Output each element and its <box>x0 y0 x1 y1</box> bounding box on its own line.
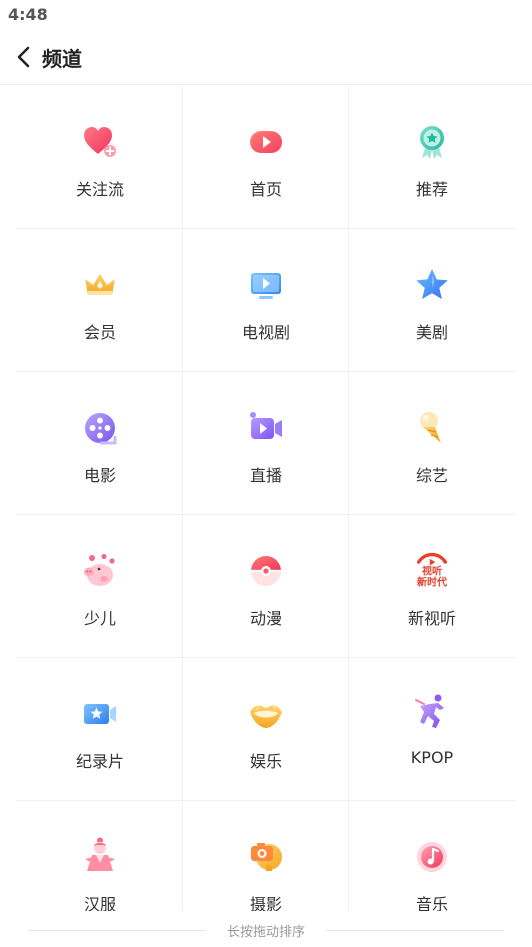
channel-grid: 关注流 首页 推荐 会员 电视剧 美剧 电影 直播 综艺 少儿 动漫 视听 新时… <box>0 86 532 911</box>
crown-icon <box>85 274 115 295</box>
drag-sort-hint: 长按拖动排序 <box>226 925 305 940</box>
channel-label: 动漫 <box>249 609 282 628</box>
status-bar: 4:48 <box>0 0 532 30</box>
channel-label: 电影 <box>83 466 116 485</box>
channel-label: 纪录片 <box>75 752 124 771</box>
channel-item-kids[interactable]: 少儿 <box>17 515 183 658</box>
channel-item-us-drama[interactable]: 美剧 <box>349 229 515 372</box>
status-time: 4:48 <box>8 5 48 24</box>
footer: 长按拖动排序 <box>0 912 532 947</box>
channel-item-entertainment[interactable]: 娱乐 <box>183 658 349 801</box>
channel-label: 新视听 <box>407 609 456 628</box>
channel-item-anime[interactable]: 动漫 <box>183 515 349 658</box>
channel-item-vip[interactable]: 会员 <box>17 229 183 372</box>
channel-label: 娱乐 <box>249 752 282 771</box>
pokeball-icon <box>251 556 281 586</box>
channel-label: 音乐 <box>415 895 448 911</box>
medal-star-icon <box>420 126 444 159</box>
hanfu-girl-icon <box>85 837 115 871</box>
channel-label: 直播 <box>249 466 282 485</box>
play-icon <box>250 131 282 153</box>
tv-icon <box>251 273 281 299</box>
channel-label: 首页 <box>249 180 282 199</box>
channel-item-home[interactable]: 首页 <box>183 86 349 229</box>
channel-item-kpop[interactable]: KPOP <box>349 658 515 801</box>
music-note-icon <box>417 842 447 872</box>
heart-plus-icon <box>84 127 116 157</box>
channel-label: 汉服 <box>83 895 116 911</box>
ice-cream-icon <box>420 412 441 443</box>
channel-label: 关注流 <box>75 180 124 199</box>
channel-item-variety[interactable]: 综艺 <box>349 372 515 515</box>
page-title: 频道 <box>42 47 82 71</box>
channel-item-tv-series[interactable]: 电视剧 <box>183 229 349 372</box>
lips-icon <box>250 704 282 728</box>
channel-label: 推荐 <box>415 180 448 199</box>
channel-label: 会员 <box>83 323 116 342</box>
channel-item-movie[interactable]: 电影 <box>17 372 183 515</box>
star-icon <box>416 269 448 299</box>
back-arrow-icon[interactable] <box>13 44 35 70</box>
header: 频道 <box>0 30 532 85</box>
channel-label: 美剧 <box>415 323 448 342</box>
channel-item-live[interactable]: 直播 <box>183 372 349 515</box>
channel-item-follow[interactable]: 关注流 <box>17 86 183 229</box>
channel-item-photography[interactable]: 摄影 <box>183 801 349 911</box>
dancer-icon <box>415 694 444 728</box>
pig-icon <box>84 553 115 586</box>
channel-label: 少儿 <box>83 609 116 628</box>
channel-label: 摄影 <box>249 895 282 911</box>
photo-camera-icon <box>251 843 282 871</box>
channel-item-documentary[interactable]: 纪录片 <box>17 658 183 801</box>
video-camera-icon <box>250 412 282 439</box>
channel-label: 电视剧 <box>241 323 290 342</box>
documentary-camera-icon <box>84 704 116 724</box>
channel-item-music[interactable]: 音乐 <box>349 801 515 911</box>
svg-text:新时代: 新时代 <box>417 575 447 588</box>
channel-item-new-audio-visual[interactable]: 视听 新时代 新视听 <box>349 515 515 658</box>
channel-label: 综艺 <box>415 466 448 485</box>
channel-label: KPOP <box>410 748 454 767</box>
channel-item-recommend[interactable]: 推荐 <box>349 86 515 229</box>
new-audio-visual-logo-icon: 视听 新时代 <box>417 552 447 588</box>
svg-text:视听: 视听 <box>422 564 442 577</box>
channel-item-hanfu[interactable]: 汉服 <box>17 801 183 911</box>
film-reel-icon <box>85 413 117 445</box>
